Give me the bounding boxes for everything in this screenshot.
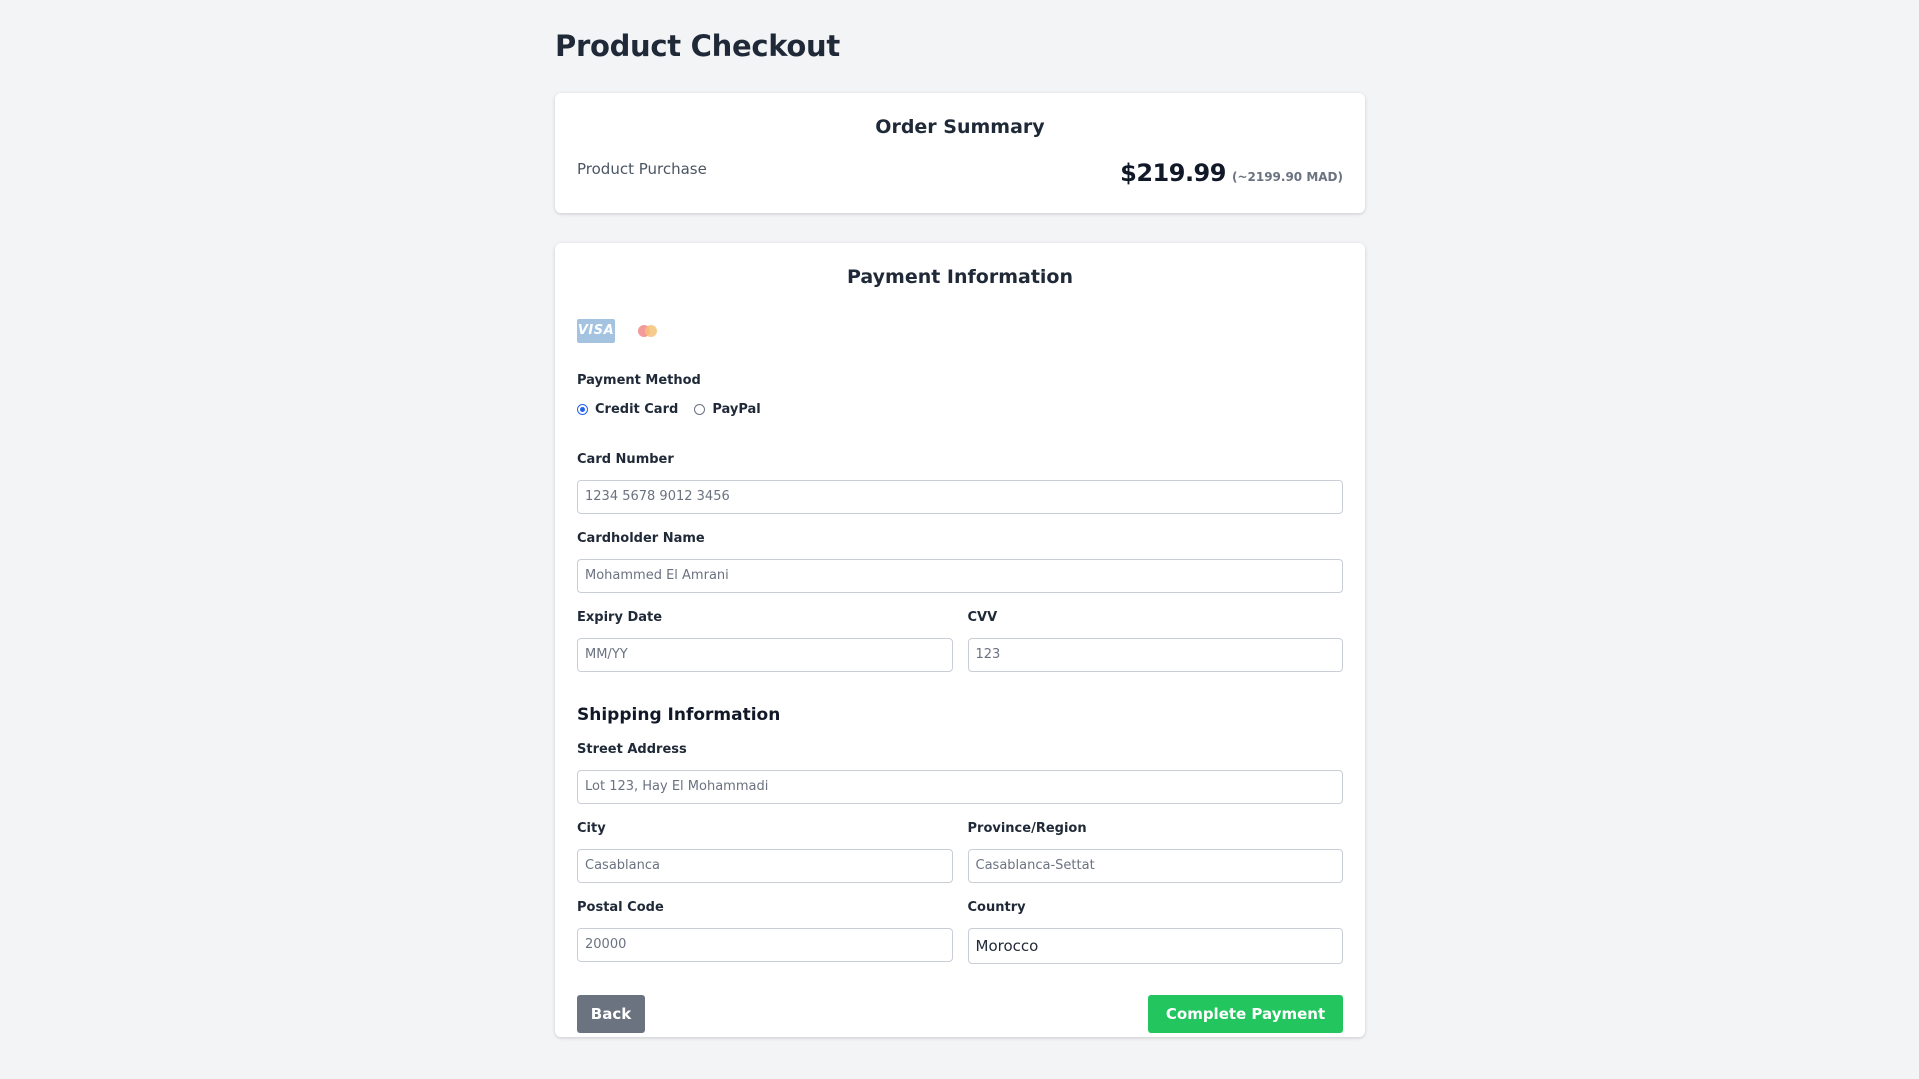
city-input[interactable]: Casablanca — [577, 849, 953, 883]
radio-paypal-label[interactable]: PayPal — [712, 402, 760, 417]
complete-payment-button[interactable]: Complete Payment — [1148, 995, 1343, 1033]
page-title: Product Checkout — [555, 29, 840, 63]
payment-method-label: Payment Method — [577, 373, 701, 388]
street-field: Street Address Lot 123, Hay El Mohammadi — [577, 742, 1343, 804]
street-input[interactable]: Lot 123, Hay El Mohammadi — [577, 770, 1343, 804]
visa-icon: VISA — [577, 319, 615, 343]
card-number-input[interactable]: 1234 5678 9012 3456 — [577, 480, 1343, 514]
postal-field: Postal Code 20000 — [577, 900, 953, 964]
payment-method-group: Credit Card PayPal — [577, 401, 1343, 417]
expiry-input[interactable]: MM/YY — [577, 638, 953, 672]
postal-input[interactable]: 20000 — [577, 928, 953, 962]
postal-label: Postal Code — [577, 900, 664, 915]
payment-title: Payment Information — [846, 266, 1074, 288]
radio-credit-card[interactable]: Credit Card — [577, 402, 678, 417]
action-row: Back Complete Payment — [577, 995, 1343, 1033]
radio-credit-card-label[interactable]: Credit Card — [595, 402, 678, 417]
back-button[interactable]: Back — [577, 995, 645, 1033]
checkout-container: Product Checkout Order Summary Product P… — [555, 0, 1365, 1037]
card-number-field: Card Number 1234 5678 9012 3456 — [577, 452, 1343, 514]
radio-paypal[interactable]: PayPal — [694, 402, 761, 417]
province-input[interactable]: Casablanca-Settat — [967, 849, 1343, 883]
cvv-label: CVV — [967, 610, 998, 625]
summary-row: Product Purchase $219.99 (~2199.90 MAD) — [577, 159, 1343, 187]
product-label: Product Purchase — [577, 160, 707, 178]
cardholder-input[interactable]: Mohammed El Amrani — [577, 559, 1343, 593]
country-input[interactable]: Morocco — [967, 928, 1343, 964]
cardholder-label: Cardholder Name — [577, 531, 705, 546]
street-label: Street Address — [577, 742, 687, 757]
expiry-label: Expiry Date — [577, 610, 663, 625]
country-label: Country — [967, 900, 1026, 915]
price-group: $219.99 (~2199.90 MAD) — [1120, 159, 1343, 187]
order-summary-card: Order Summary Product Purchase $219.99 (… — [555, 93, 1365, 213]
country-field: Country Morocco — [967, 900, 1343, 964]
payment-card: Payment Information VISA Payment Method … — [555, 243, 1365, 1037]
expiry-field: Expiry Date MM/YY — [577, 610, 953, 672]
cvv-input[interactable]: 123 — [967, 638, 1343, 672]
radio-credit-card-control[interactable] — [577, 403, 588, 415]
cardholder-field: Cardholder Name Mohammed El Amrani — [577, 531, 1343, 593]
city-field: City Casablanca — [577, 821, 953, 883]
city-province-row: City Casablanca Province/Region Casablan… — [577, 821, 1343, 883]
price-usd: $219.99 — [1120, 159, 1226, 187]
province-label: Province/Region — [967, 821, 1087, 836]
expiry-cvv-row: Expiry Date MM/YY CVV 123 — [577, 610, 1343, 672]
postal-country-row: Postal Code 20000 Country Morocco — [577, 900, 1343, 964]
card-number-label: Card Number — [577, 452, 674, 467]
city-label: City — [577, 821, 606, 836]
price-mad: (~2199.90 MAD) — [1231, 170, 1343, 184]
mastercard-icon — [638, 325, 658, 337]
shipping-title: Shipping Information — [577, 705, 781, 725]
order-summary-title: Order Summary — [875, 116, 1045, 138]
radio-paypal-control[interactable] — [694, 403, 706, 415]
card-icons: VISA — [577, 319, 1343, 343]
province-field: Province/Region Casablanca-Settat — [967, 821, 1343, 883]
cvv-field: CVV 123 — [967, 610, 1343, 672]
